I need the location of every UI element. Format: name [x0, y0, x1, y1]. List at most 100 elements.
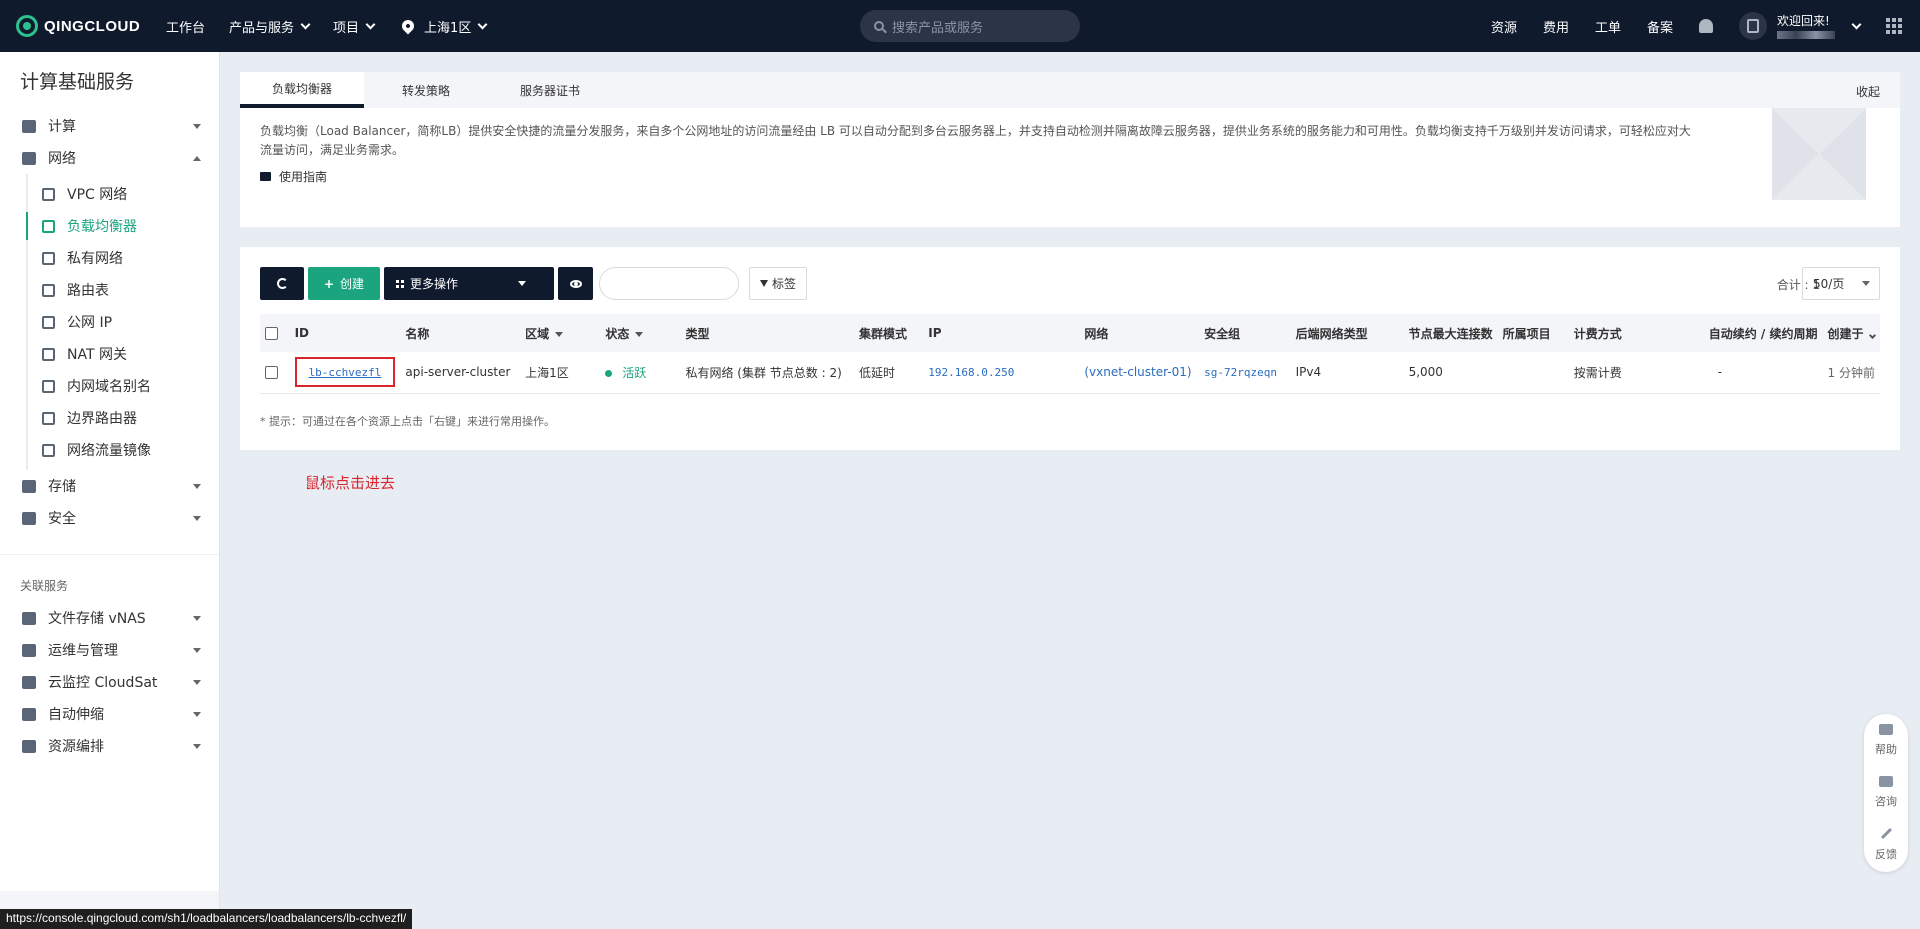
- sidebar-group-compute[interactable]: 计算: [0, 110, 219, 142]
- col-status-label: 状态: [605, 326, 630, 341]
- sidebar-item-label: 网络流量镜像: [67, 443, 151, 459]
- tag-filter-button[interactable]: 标签: [749, 267, 808, 300]
- col-zone[interactable]: 区域: [520, 314, 600, 352]
- col-billing: 计费方式: [1573, 326, 1622, 341]
- chevron-down-icon: [300, 19, 311, 29]
- nav-resources[interactable]: 资源: [1491, 17, 1517, 36]
- right-click-tip: * 提示：可通过在各个资源上点击「右键」来进行常用操作。: [260, 415, 555, 428]
- collapse-button[interactable]: 收起: [1856, 83, 1880, 100]
- more-actions-dropdown[interactable]: 更多操作: [384, 267, 554, 300]
- dns-alias-icon: [42, 379, 55, 393]
- load-balancer-illustration: [1772, 108, 1866, 200]
- col-cluster-mode: 集群模式: [858, 326, 907, 341]
- related-services-title: 关联服务: [0, 554, 219, 602]
- tab-load-balancer[interactable]: 负载均衡器: [240, 72, 364, 108]
- create-button[interactable]: + 创建: [308, 267, 380, 300]
- cell-status: 活跃: [600, 352, 680, 393]
- nat-icon: [42, 347, 55, 361]
- row-checkbox[interactable]: [265, 366, 278, 380]
- security-group-link[interactable]: sg-72rqzeqn: [1204, 366, 1277, 379]
- sidebar-item-vpc[interactable]: VPC 网络: [28, 178, 219, 210]
- nav-filing[interactable]: 备案: [1647, 17, 1673, 36]
- region-label: 上海1区: [424, 20, 472, 36]
- chevron-down-icon: [365, 19, 376, 29]
- cell-billing: 按需计费: [1573, 365, 1622, 380]
- qingcloud-logo[interactable]: QINGCLOUD: [16, 15, 142, 37]
- eye-icon: [569, 279, 582, 288]
- consult-button[interactable]: 咨询: [1864, 766, 1908, 818]
- nav-projects[interactable]: 项目: [333, 17, 376, 36]
- sidebar-group-network[interactable]: 网络: [0, 142, 219, 174]
- caret-down-icon: [635, 331, 644, 337]
- col-ip: IP: [928, 326, 942, 340]
- cell-backend-type: IPv4: [1295, 365, 1322, 380]
- sidebar-title: 计算基础服务: [20, 71, 135, 93]
- ip-value: 192.168.0.250: [928, 366, 1015, 380]
- caret-down-icon: [193, 648, 201, 653]
- user-icon: [1747, 19, 1759, 33]
- column-visibility-button[interactable]: [558, 267, 593, 300]
- refresh-button[interactable]: [260, 267, 304, 300]
- sidebar-item-eip[interactable]: 公网 IP: [28, 306, 219, 338]
- sidebar-related-cloudsat[interactable]: 云监控 CloudSat: [0, 666, 219, 698]
- col-status[interactable]: 状态: [600, 314, 680, 352]
- table-row[interactable]: lb-cchvezfl api-server-cluster 上海1区 活跃 私…: [260, 352, 1880, 393]
- ops-icon: [22, 643, 36, 657]
- sidebar-group-label: 运维与管理: [48, 643, 118, 659]
- sidebar-related-ops[interactable]: 运维与管理: [0, 634, 219, 666]
- sidebar-item-label: VPC 网络: [67, 187, 128, 203]
- help-button[interactable]: 帮助: [1864, 714, 1908, 766]
- nav-tickets[interactable]: 工单: [1595, 17, 1621, 36]
- feedback-button[interactable]: 反馈: [1864, 818, 1908, 870]
- caret-down-icon: [193, 616, 201, 621]
- table-header-row: ID 名称 区域 状态 类型 集群模式 IP 网络 安全组 后端网络类型 节点最…: [260, 314, 1880, 352]
- network-icon: [22, 151, 36, 165]
- nav-products[interactable]: 产品与服务: [229, 17, 311, 36]
- avatar[interactable]: [1739, 12, 1767, 40]
- sidebar-item-nat[interactable]: NAT 网关: [28, 338, 219, 370]
- chevron-down-icon[interactable]: [1851, 19, 1862, 29]
- top-nav: 工作台 产品与服务 项目 上海1区: [142, 17, 488, 36]
- select-all-checkbox[interactable]: [265, 327, 278, 340]
- col-max-conn: 节点最大连接数: [1408, 326, 1493, 341]
- network-link[interactable]: (vxnet-cluster-01): [1084, 365, 1191, 379]
- sidebar-related-vnas[interactable]: 文件存储 vNAS: [0, 602, 219, 634]
- sidebar-group-label: 安全: [48, 511, 76, 527]
- region-selector[interactable]: 上海1区: [399, 17, 488, 36]
- sidebar-group-security[interactable]: 安全: [0, 502, 219, 534]
- col-auto-renew: 自动续约 / 续约周期: [1708, 326, 1818, 341]
- bell-icon[interactable]: [1699, 19, 1713, 33]
- nav-workbench[interactable]: 工作台: [166, 17, 205, 36]
- search-icon: [874, 21, 884, 31]
- list-search-input[interactable]: [599, 267, 739, 300]
- user-guide-link[interactable]: 使用指南: [240, 160, 1900, 185]
- nav-billing[interactable]: 费用: [1543, 17, 1569, 36]
- sidebar-group-storage[interactable]: 存储: [0, 470, 219, 502]
- chevron-down-icon: [1868, 331, 1876, 339]
- folder-icon: [22, 611, 36, 625]
- lb-id-link[interactable]: lb-cchvezfl: [309, 366, 382, 379]
- create-label: 创建: [340, 277, 365, 291]
- sidebar-item-dns-alias[interactable]: 内网域名别名: [28, 370, 219, 402]
- cell-cluster-mode: 低延时: [858, 365, 895, 380]
- sidebar-item-vxnet[interactable]: 私有网络: [28, 242, 219, 274]
- status-dot-icon: [605, 369, 613, 377]
- cell-id: lb-cchvezfl: [290, 352, 401, 393]
- col-created[interactable]: 创建于: [1823, 314, 1880, 352]
- sidebar-item-load-balancer[interactable]: 负载均衡器: [26, 210, 219, 242]
- sidebar-item-route-table[interactable]: 路由表: [28, 274, 219, 306]
- tab-server-certificate[interactable]: 服务器证书: [488, 72, 612, 108]
- tab-forwarding-policy[interactable]: 转发策略: [364, 72, 488, 108]
- global-search-input[interactable]: 搜索产品或服务: [860, 10, 1080, 42]
- apps-grid-icon[interactable]: [1886, 18, 1902, 34]
- sidebar-related-autoscaling[interactable]: 自动伸缩: [0, 698, 219, 730]
- user-welcome[interactable]: 欢迎回来!: [1777, 14, 1835, 39]
- intro-panel: 负载均衡器 转发策略 服务器证书 收起 负载均衡（Load Balancer，简…: [240, 72, 1900, 227]
- service-description: 负载均衡（Load Balancer，简称LB）提供安全快捷的流量分发服务，来自…: [260, 124, 1691, 157]
- sidebar-related-orchestration[interactable]: 资源编排: [0, 730, 219, 762]
- page-size-select[interactable]: 50/页: [1802, 267, 1880, 300]
- sidebar-item-traffic-mirror[interactable]: 网络流量镜像: [28, 434, 219, 466]
- sidebar-item-border-router[interactable]: 边界路由器: [28, 402, 219, 434]
- shield-icon: [22, 511, 36, 525]
- sidebar-group-label: 自动伸缩: [48, 707, 104, 723]
